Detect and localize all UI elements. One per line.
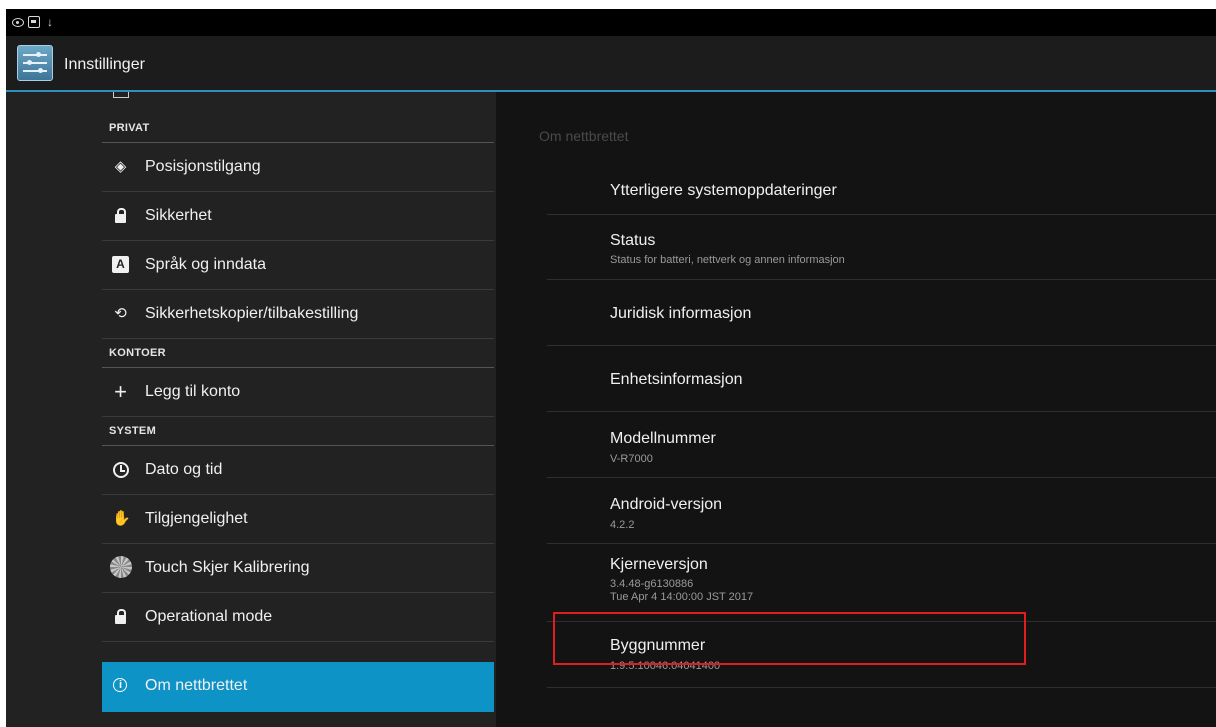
row-title: Kjerneversjon	[610, 556, 708, 573]
row-legal[interactable]: Juridisk informasjon	[547, 280, 1216, 346]
row-title: Juridisk informasjon	[610, 305, 752, 322]
sidebar-item-label: Sikkerhetskopier/tilbakestilling	[145, 305, 359, 322]
sidebar-item-label: Sikkerhet	[145, 207, 212, 224]
restore-icon: ⟲	[114, 305, 127, 322]
info-icon	[112, 677, 129, 694]
sidebar-item-location[interactable]: ◈ Posisjonstilgang	[102, 143, 494, 192]
row-model-number[interactable]: Modellnummer V-R7000	[547, 412, 1216, 478]
sidebar-item-add-account[interactable]: + Legg til konto	[102, 368, 494, 417]
build-number-highlight-box	[553, 612, 1026, 665]
location-icon: ◈	[114, 158, 127, 175]
lock-icon	[112, 207, 129, 224]
section-header-privat: PRIVAT	[102, 114, 494, 143]
row-subtitle: V-R7000	[610, 453, 653, 465]
hand-icon: ✋	[112, 510, 131, 527]
pane-header: Om nettbrettet	[539, 128, 629, 144]
sidebar-item-datetime[interactable]: Dato og tid	[102, 446, 494, 495]
sidebar-item-label: Dato og tid	[145, 461, 223, 478]
sidebar-item-touch-calibration[interactable]: Touch Skjer Kalibrering	[102, 544, 494, 593]
row-subtitle: Status for batteri, nettverk og annen in…	[610, 254, 845, 266]
row-title: Status	[610, 232, 656, 249]
screen-icon	[27, 15, 41, 29]
sidebar-item-label: Operational mode	[145, 608, 273, 625]
row-title: Enhetsinformasjon	[610, 371, 743, 388]
row-subtitle-date: Tue Apr 4 14:00:00 JST 2017	[610, 591, 754, 603]
download-icon: ↓	[47, 15, 53, 29]
row-subtitle: 3.4.48-g6130886	[610, 578, 694, 590]
sidebar-item-label: Touch Skjer Kalibrering	[145, 559, 310, 576]
lock-icon	[112, 608, 129, 625]
row-title: Modellnummer	[610, 430, 716, 447]
status-bar: ↓	[6, 9, 1216, 36]
sidebar-item-accessibility[interactable]: ✋ Tilgjengelighet	[102, 495, 494, 544]
sidebar-item-label: Legg til konto	[145, 383, 241, 400]
sidebar-item-language[interactable]: Språk og inndata	[102, 241, 494, 290]
language-icon	[112, 256, 129, 273]
settings-icon[interactable]	[17, 45, 53, 81]
row-device-info[interactable]: Enhetsinformasjon	[547, 346, 1216, 412]
settings-sidebar[interactable]: PRIVAT ◈ Posisjonstilgang Sikkerhet Språ…	[6, 92, 496, 727]
row-status[interactable]: Status Status for batteri, nettverk og a…	[547, 214, 1216, 280]
row-android-version[interactable]: Android-versjon 4.2.2	[547, 478, 1216, 544]
row-kernel-version[interactable]: Kjerneversjon 3.4.48-g6130886 Tue Apr 4 …	[547, 544, 1216, 622]
section-header-kontoer: KONTOER	[102, 339, 494, 368]
sidebar-item-label: Posisjonstilgang	[145, 158, 261, 175]
clock-icon	[112, 461, 129, 478]
calibration-disk-icon	[110, 556, 132, 578]
section-header-system: SYSTEM	[102, 417, 494, 446]
apps-icon	[113, 92, 129, 98]
row-title: Ytterligere systemoppdateringer	[610, 182, 837, 199]
sidebar-item-label: Tilgjengelighet	[145, 510, 248, 527]
sidebar-item-operational-mode[interactable]: Operational mode	[102, 593, 494, 642]
sidebar-item-label: Om nettbrettet	[145, 677, 248, 694]
action-bar: Innstillinger	[6, 36, 1216, 92]
app-title: Innstillinger	[64, 56, 145, 73]
sidebar-item-about[interactable]: Om nettbrettet	[102, 662, 494, 712]
plus-icon: +	[114, 379, 127, 404]
sidebar-item-security[interactable]: Sikkerhet	[102, 192, 494, 241]
sidebar-item-backup[interactable]: ⟲ Sikkerhetskopier/tilbakestilling	[102, 290, 494, 339]
row-title: Android-versjon	[610, 496, 723, 513]
eye-icon	[11, 15, 25, 29]
row-system-updates[interactable]: Ytterligere systemoppdateringer	[547, 162, 1216, 215]
row-subtitle: 4.2.2	[610, 519, 635, 531]
sidebar-item-label: Språk og inndata	[145, 256, 266, 273]
